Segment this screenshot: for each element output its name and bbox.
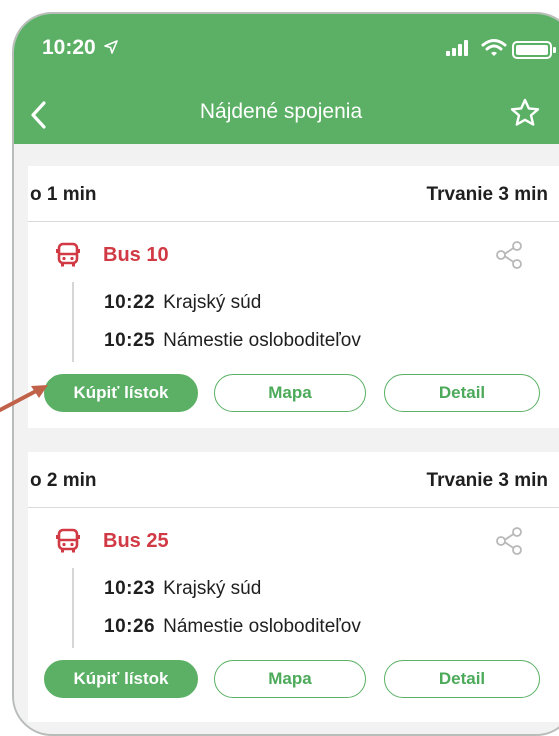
bus-icon [56,242,80,267]
stop-time: 10:25 [104,330,156,351]
card-header: o 2 min Trvanie 3 min [28,452,559,508]
share-icon[interactable] [494,526,524,556]
wifi-icon [481,39,507,56]
bus-icon [56,528,80,553]
detail-button[interactable]: Detail [384,374,540,412]
status-time: 10:20 [42,36,96,59]
stop-row: 10:23 Krajský súd [104,578,261,600]
location-arrow-icon [104,40,118,54]
detail-button[interactable]: Detail [384,660,540,698]
bus-line-label: Bus 25 [103,530,169,552]
app-header: 10:20 Nájdené spojenia [14,14,559,144]
trip-duration: Trvanie 3 min [426,184,548,205]
bus-line-label: Bus 10 [103,244,169,266]
route-timeline [72,282,74,362]
stop-time: 10:23 [104,578,156,599]
route-timeline [72,568,74,648]
page-title: Nájdené spojenia [199,100,363,123]
stop-name: Krajský súd [163,292,262,313]
buy-ticket-button[interactable]: Kúpiť lístok [44,660,198,698]
stop-row: 10:22 Krajský súd [104,292,261,314]
stop-name: Námestie osloboditeľov [163,330,361,351]
stop-name: Krajský súd [163,578,262,599]
map-button[interactable]: Mapa [214,660,366,698]
stop-name: Námestie osloboditeľov [163,616,361,637]
trip-duration: Trvanie 3 min [426,470,548,491]
stop-row: 10:26 Námestie osloboditeľov [104,616,361,638]
stop-time: 10:22 [104,292,156,313]
card-header: o 1 min Trvanie 3 min [28,166,559,222]
map-button[interactable]: Mapa [214,374,366,412]
favorite-star-icon[interactable] [510,98,540,128]
phone-screen: 10:20 Nájdené spojenia o 1 min Trvanie 3… [12,12,559,736]
connection-card: o 1 min Trvanie 3 min Bus 10 10:22 Krajsk… [28,166,559,428]
buy-ticket-button[interactable]: Kúpiť lístok [44,374,198,412]
connection-card: o 2 min Trvanie 3 min Bus 25 10:23 Krajsk… [28,452,559,722]
battery-icon [512,41,556,59]
departure-in: o 1 min [30,184,97,205]
departure-in: o 2 min [30,470,97,491]
stop-row: 10:25 Námestie osloboditeľov [104,330,361,352]
signal-icon [446,40,468,56]
stop-time: 10:26 [104,616,156,637]
pointer-arrow-icon [0,385,48,412]
share-icon[interactable] [494,240,524,270]
